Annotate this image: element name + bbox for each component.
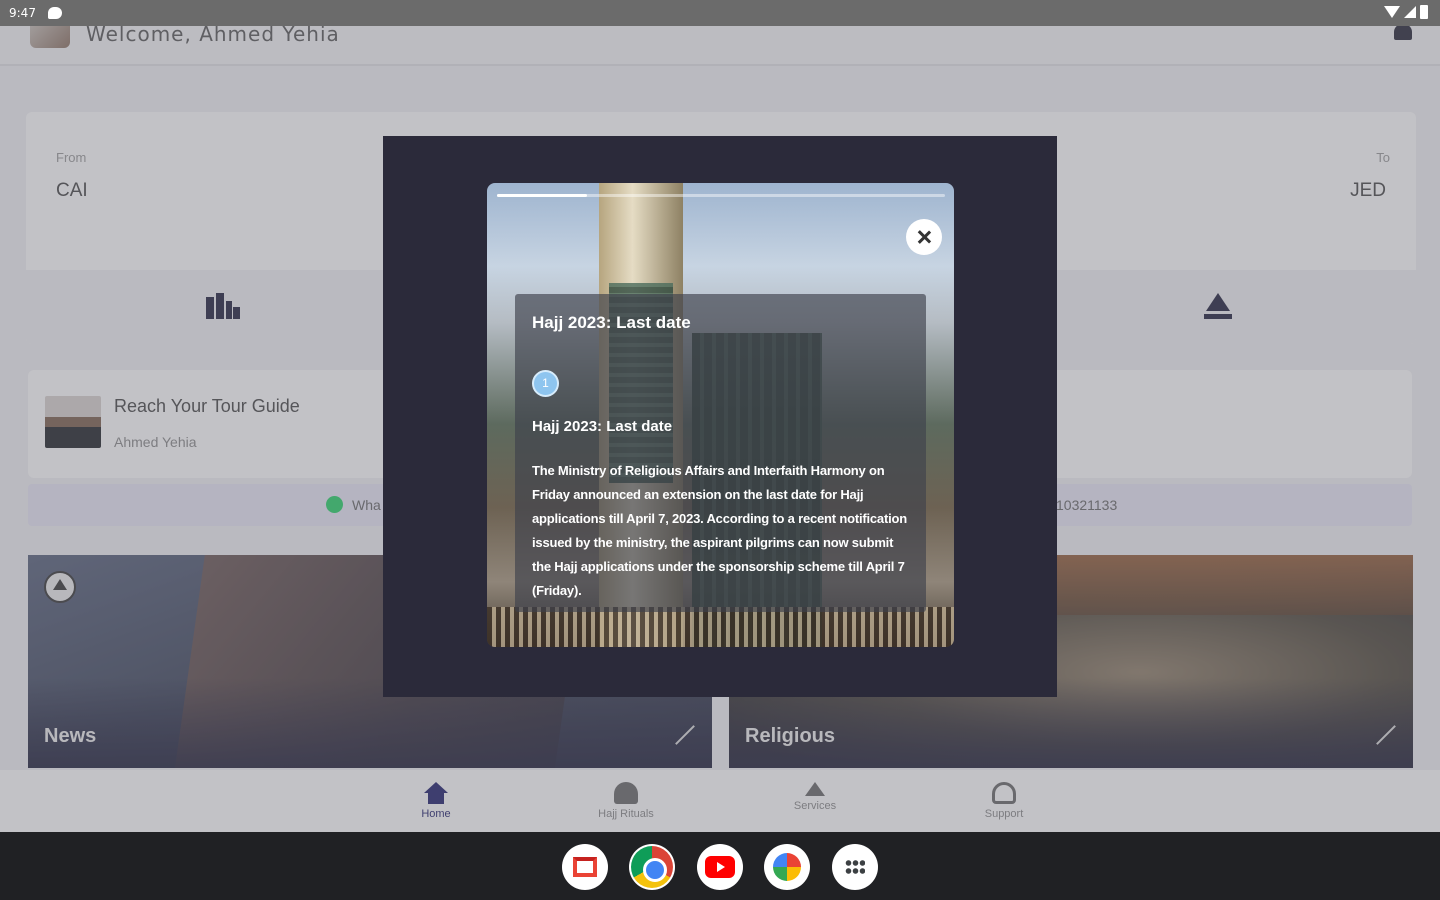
- status-time: 9:47: [9, 6, 36, 20]
- signal-icon: [1404, 6, 1416, 18]
- system-icons: [1384, 5, 1428, 19]
- story-modal: Hajj 2023: Last date 1 Hajj 2023: Last d…: [383, 136, 1057, 697]
- app-drawer-icon[interactable]: [832, 844, 878, 890]
- story-progress-bar: [497, 194, 945, 197]
- story-progress-fill: [497, 194, 587, 197]
- chrome-icon[interactable]: [629, 844, 675, 890]
- gmail-icon[interactable]: [562, 844, 608, 890]
- android-dock: [0, 832, 1440, 900]
- story-card[interactable]: Hajj 2023: Last date 1 Hajj 2023: Last d…: [487, 183, 954, 647]
- wifi-icon: [1384, 6, 1400, 18]
- step-badge: 1: [532, 370, 559, 397]
- photos-icon[interactable]: [764, 844, 810, 890]
- story-title: Hajj 2023: Last date: [532, 313, 691, 332]
- battery-icon: [1420, 5, 1428, 19]
- story-info-box: Hajj 2023: Last date 1 Hajj 2023: Last d…: [515, 294, 926, 612]
- story-subtitle: Hajj 2023: Last date: [532, 418, 673, 435]
- youtube-icon[interactable]: [697, 844, 743, 890]
- status-bar: 9:47: [0, 0, 1440, 26]
- story-body: The Ministry of Religious Affairs and In…: [532, 463, 907, 598]
- close-button[interactable]: [906, 219, 942, 255]
- chat-notification-icon: [48, 7, 62, 19]
